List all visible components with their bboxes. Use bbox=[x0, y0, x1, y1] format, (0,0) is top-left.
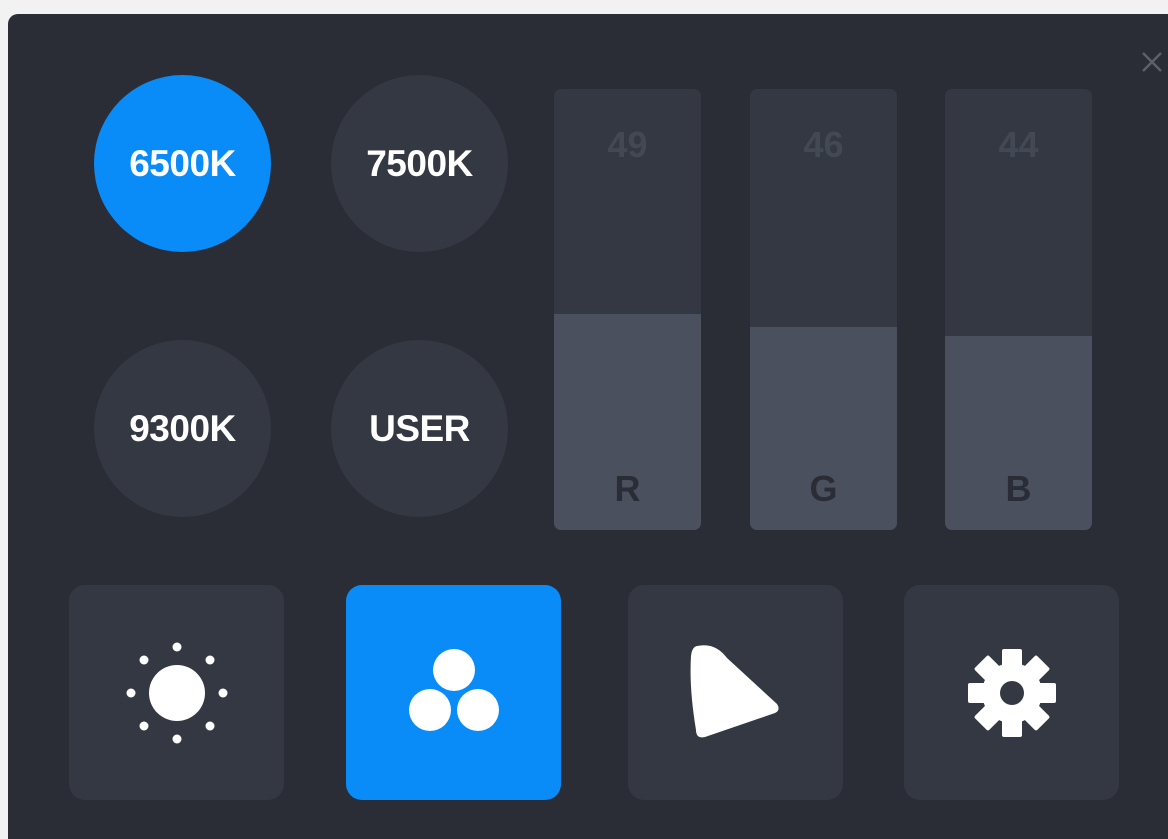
preset-label: USER bbox=[369, 407, 470, 449]
preset-user-button[interactable]: USER bbox=[331, 340, 508, 517]
display-settings-panel: 6500K 7500K 9300K USER 49 R 46 G 44 B bbox=[8, 14, 1168, 839]
preset-label: 6500K bbox=[129, 142, 236, 184]
red-gain-slider[interactable]: 49 R bbox=[554, 89, 701, 530]
settings-gear-icon bbox=[967, 648, 1056, 737]
slider-channel-label: R bbox=[614, 468, 641, 509]
settings-mode-button[interactable] bbox=[904, 585, 1119, 800]
preset-label: 7500K bbox=[366, 142, 473, 184]
preset-9300k-button[interactable]: 9300K bbox=[94, 340, 271, 517]
brightness-mode-button[interactable] bbox=[69, 585, 284, 800]
close-icon bbox=[1142, 52, 1162, 72]
preset-label: 9300K bbox=[129, 407, 236, 449]
close-button[interactable] bbox=[1136, 46, 1168, 78]
color-temperature-icon bbox=[408, 648, 499, 731]
gamut-icon bbox=[690, 644, 779, 737]
green-gain-slider[interactable]: 46 G bbox=[750, 89, 897, 530]
color-temperature-mode-button[interactable] bbox=[346, 585, 561, 800]
slider-value: 49 bbox=[607, 124, 648, 165]
gamut-mode-button[interactable] bbox=[628, 585, 843, 800]
slider-value: 44 bbox=[998, 124, 1039, 165]
preset-7500k-button[interactable]: 7500K bbox=[331, 75, 508, 252]
brightness-icon bbox=[126, 642, 227, 743]
preset-6500k-button[interactable]: 6500K bbox=[94, 75, 271, 252]
slider-channel-label: B bbox=[1005, 468, 1032, 509]
slider-channel-label: G bbox=[809, 468, 838, 509]
slider-value: 46 bbox=[803, 124, 844, 165]
blue-gain-slider[interactable]: 44 B bbox=[945, 89, 1092, 530]
